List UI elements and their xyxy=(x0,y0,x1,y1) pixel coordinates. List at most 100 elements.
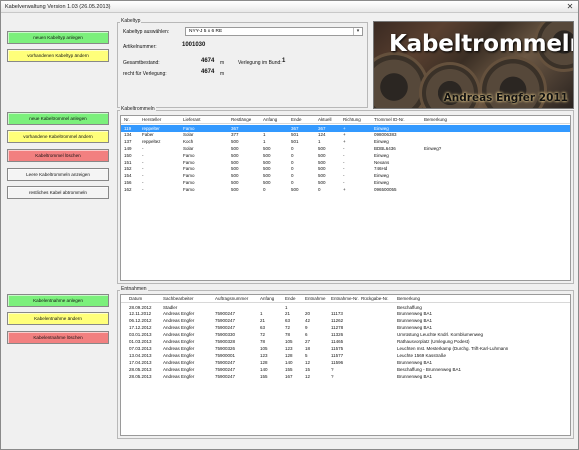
table-cell: 500 xyxy=(318,145,326,151)
table-cell: 75900326 xyxy=(215,345,236,351)
column-header[interactable]: Bemerkung xyxy=(397,296,420,301)
table-row[interactable]: 06.12.2012 Andreas Engfer 75900247 21 63 42 11… xyxy=(121,318,570,325)
table-cell: reppeltez xyxy=(142,139,161,145)
cable-type-selected-value: NYY-J 5 x 6 RE xyxy=(189,29,223,34)
new-withdrawal-button[interactable]: Kabelentnahme anlegen xyxy=(7,294,109,307)
table-cell: - xyxy=(343,173,345,179)
table-row[interactable]: 17.04.2013 Andreas Engfer 75900247 128 140 12… xyxy=(121,359,570,366)
table-cell: 63 xyxy=(285,318,291,324)
table-cell: 500 xyxy=(231,159,239,165)
table-row[interactable]: 28.09.2012 Stadler 1 Beschaffung xyxy=(121,304,570,311)
table-cell: 1 xyxy=(263,132,266,138)
table-cell: 12 xyxy=(305,373,311,379)
column-header[interactable]: Aktuell xyxy=(318,117,332,122)
table-cell: 78 xyxy=(285,332,291,338)
table-cell: Andreas Engfer xyxy=(163,339,195,344)
table-cell: 11262 xyxy=(331,318,344,324)
table-cell: 03.01.2013 xyxy=(129,332,152,338)
column-header[interactable]: Entnahme-Nr. xyxy=(331,296,359,301)
table-row[interactable]: 152 - Famo 500 500 0 500 - 746Hd xyxy=(121,166,570,173)
delete-withdrawal-button[interactable]: Kabelentnahme löschen xyxy=(7,331,109,344)
withdrawals-list-header: Datum Sachbearbeiter Auftragsnummer Anfang E… xyxy=(121,295,570,303)
table-cell: 75900247 xyxy=(215,318,236,324)
withdrawals-list[interactable]: Datum Sachbearbeiter Auftragsnummer Anfang E… xyxy=(120,294,571,436)
table-cell: Solar xyxy=(183,132,194,138)
table-row[interactable]: 151 - Famo 500 500 0 500 - Nexans xyxy=(121,159,570,166)
column-header[interactable]: Restlänge xyxy=(231,117,251,122)
column-header[interactable]: Datum xyxy=(129,296,142,301)
table-cell: - xyxy=(142,166,144,172)
table-cell: 20 xyxy=(305,311,311,317)
table-cell: Andreas Engfer xyxy=(163,366,195,372)
column-header[interactable]: Anfang xyxy=(260,296,274,301)
table-row[interactable]: 28.05.2013 Andreas Engfer 75900247 155 167 12… xyxy=(121,373,570,380)
column-header[interactable]: Nr. xyxy=(124,117,130,122)
column-header[interactable]: Ende xyxy=(285,296,296,301)
table-cell: Koch xyxy=(183,139,194,145)
new-drum-button[interactable]: neue Kabeltrommel anlegen xyxy=(7,112,109,125)
edit-drum-button[interactable]: vorhandene Kabeltrommel ändern xyxy=(7,130,109,143)
table-cell: 28.05.2013 xyxy=(129,366,152,372)
usable-length-value: 4674 xyxy=(201,69,215,75)
table-row[interactable]: 119 reppelter Famo 367 367 367 + Einweg xyxy=(121,125,570,132)
table-cell: 123 xyxy=(260,352,268,358)
table-row[interactable]: 12.11.2012 Andreas Engfer 75900247 1 21 20 111… xyxy=(121,311,570,318)
table-cell: 500 xyxy=(231,186,239,192)
column-header[interactable]: Lieferant xyxy=(183,117,201,122)
table-row[interactable]: 03.01.2013 Andreas Engfer 75900330 72 78 6 113… xyxy=(121,332,570,339)
table-cell: 11575 xyxy=(331,345,344,351)
table-cell: 75900247 xyxy=(215,325,236,331)
column-header[interactable]: Auftragsnummer xyxy=(215,296,248,301)
chevron-down-icon[interactable]: ▾ xyxy=(353,28,362,35)
column-header[interactable]: Richtung xyxy=(343,117,361,122)
table-cell: - xyxy=(343,159,345,165)
table-row[interactable]: 154 - Famo 500 500 0 500 - Einweg xyxy=(121,173,570,180)
column-header[interactable]: Entnahme xyxy=(305,296,326,301)
table-cell: 377 xyxy=(231,132,239,138)
table-row[interactable]: 149 - Solar 500 500 0 500 - BDBL6436 Einweg? xyxy=(121,145,570,152)
table-cell: 6 xyxy=(305,332,308,338)
table-cell: ? xyxy=(331,373,334,379)
table-cell: 11326 xyxy=(331,332,344,338)
bundle-laying-value: 1 xyxy=(282,58,286,64)
round-off-rest-button[interactable]: restliches Kabel abtrommeln xyxy=(7,186,109,199)
edit-withdrawal-button[interactable]: Kabelentnahme ändern xyxy=(7,312,109,325)
article-number-label: Artikelnummer: xyxy=(123,44,157,50)
table-cell: - xyxy=(142,152,144,158)
table-cell: 11173 xyxy=(331,311,343,317)
column-header[interactable]: Anfang xyxy=(263,117,277,122)
delete-drum-button[interactable]: Kabeltrommel löschen xyxy=(7,149,109,162)
table-row[interactable]: 150 - Famo 500 500 0 500 - Einweg xyxy=(121,152,570,159)
table-row[interactable]: 162 - Famo 500 0 500 0 +096500055 xyxy=(121,186,570,193)
table-row[interactable]: 156 - Famo 500 500 0 500 - Einweg xyxy=(121,179,570,186)
column-header[interactable]: Trommel ID-Nr. xyxy=(374,117,405,122)
table-row[interactable]: 137 reppeltez Koch 500 1 501 1 + Einweg xyxy=(121,139,570,146)
table-row[interactable]: 13.04.2013 Andreas Engfer 75900001 123 128 5 1… xyxy=(121,352,570,359)
article-number-value: 1001030 xyxy=(182,42,206,48)
cable-type-select[interactable]: NYY-J 5 x 6 RE ▾ xyxy=(185,27,363,36)
table-row[interactable]: 28.05.2013 Andreas Engfer 75900247 140 155 15… xyxy=(121,366,570,373)
table-row[interactable]: 17.12.2012 Andreas Engfer 75900247 63 72 9 112… xyxy=(121,325,570,332)
window-title: Kabelverwaltung Version 1.03 (26.05.2013… xyxy=(5,4,111,10)
cable-drums-list[interactable]: Nr. Hersteller Lieferant Restlänge Anfang End… xyxy=(120,115,571,281)
show-empty-drums-button[interactable]: Leere Kabeltrommeln anzeigen xyxy=(7,168,109,181)
table-cell: 151 xyxy=(124,159,132,165)
table-cell: 11278 xyxy=(331,325,344,331)
column-header[interactable]: Ende xyxy=(291,117,302,122)
table-row[interactable]: 134 Faber Solar 377 1 501 124 +098006383 xyxy=(121,132,570,139)
close-icon[interactable]: ✕ xyxy=(565,2,575,11)
column-header[interactable]: Rückgabe-Nr. xyxy=(361,296,389,301)
column-header[interactable]: Sachbearbeiter xyxy=(163,296,194,301)
new-cable-type-button[interactable]: neuen Kabeltyp anlegen xyxy=(7,31,109,44)
table-cell: 63 xyxy=(260,325,266,331)
edit-cable-type-button[interactable]: vorhandenen Kabeltyp ändern xyxy=(7,49,109,62)
table-cell: 105 xyxy=(285,339,293,344)
column-header[interactable]: Bemerkung xyxy=(424,117,447,122)
column-header[interactable]: Hersteller xyxy=(142,117,161,122)
table-cell: 500 xyxy=(318,159,326,165)
table-cell: Umrüstung Leuchte Kndrl. Kornblumenweg xyxy=(397,332,484,338)
table-row[interactable]: 07.03.2013 Andreas Engfer 75900326 105 123 18… xyxy=(121,345,570,352)
table-row[interactable]: 01.03.2013 Andreas Engfer 75900328 78 105 27 1… xyxy=(121,339,570,346)
table-cell: 11465 xyxy=(331,339,344,344)
table-cell: 367 xyxy=(231,125,239,131)
